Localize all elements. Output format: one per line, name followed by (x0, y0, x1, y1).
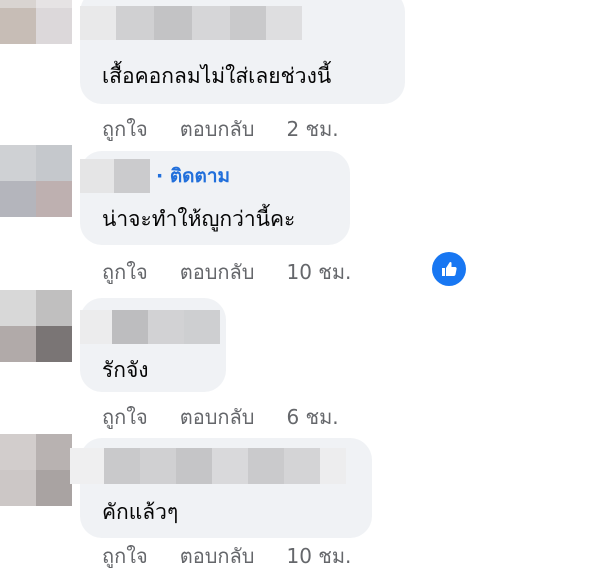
timestamp[interactable]: 10 ชม. (286, 540, 351, 572)
comment-text: เสื้อคอกลมไม่ใส่เลยช่วงนี้ (102, 64, 332, 88)
blurred-name (80, 310, 220, 344)
avatar[interactable] (0, 290, 72, 362)
comment-item: รักจัง ถูกใจ ตอบกลับ 6 ชม. (0, 290, 600, 430)
comment-text: รักจัง (102, 358, 149, 382)
like-button[interactable]: ถูกใจ (102, 401, 148, 433)
commenter-name[interactable] (80, 310, 220, 344)
reply-button[interactable]: ตอบกลับ (180, 540, 255, 572)
like-button[interactable]: ถูกใจ (102, 540, 148, 572)
comment-text: คักแล้วๆ (102, 500, 179, 524)
comment-text: น่าจะทำให้ญูกว่านี้คะ (102, 207, 296, 231)
comment-item: คักแล้วๆ ถูกใจ ตอบกลับ 10 ชม. (0, 434, 600, 574)
blurred-name (80, 6, 302, 40)
reply-button[interactable]: ตอบกลับ (180, 401, 255, 433)
comment-bubble: · ติดตาม น่าจะทำให้ญูกว่านี้คะ (80, 151, 350, 245)
avatar[interactable] (0, 434, 72, 506)
timestamp[interactable]: 2 ชม. (286, 113, 338, 145)
comment-bubble: รักจัง (80, 298, 226, 392)
reply-button[interactable]: ตอบกลับ (180, 113, 255, 145)
timestamp[interactable]: 10 ชม. (286, 256, 351, 288)
avatar[interactable] (0, 0, 72, 44)
like-button[interactable]: ถูกใจ (102, 256, 148, 288)
blurred-name (70, 448, 346, 484)
comment-item: · ติดตาม น่าจะทำให้ญูกว่านี้คะ ถูกใจ ตอบ… (0, 145, 600, 288)
comment-actions: ถูกใจ ตอบกลับ 10 ชม. (102, 256, 351, 288)
commenter-name-row: · ติดตาม (80, 159, 230, 193)
follow-link[interactable]: · ติดตาม (156, 161, 230, 191)
comment-actions: ถูกใจ ตอบกลับ 6 ชม. (102, 401, 339, 433)
like-thumb-icon[interactable] (432, 252, 466, 286)
like-button[interactable]: ถูกใจ (102, 113, 148, 145)
comment-actions: ถูกใจ ตอบกลับ 10 ชม. (102, 540, 351, 572)
comment-item: เสื้อคอกลมไม่ใส่เลยช่วงนี้ ถูกใจ ตอบกลับ… (0, 0, 600, 141)
avatar[interactable] (0, 145, 72, 217)
timestamp[interactable]: 6 ชม. (286, 401, 338, 433)
comment-actions: ถูกใจ ตอบกลับ 2 ชม. (102, 113, 339, 145)
reply-button[interactable]: ตอบกลับ (180, 256, 255, 288)
commenter-name[interactable] (80, 6, 302, 40)
comment-bubble: เสื้อคอกลมไม่ใส่เลยช่วงนี้ (80, 0, 405, 104)
commenter-name[interactable] (70, 448, 346, 484)
blurred-name[interactable] (80, 159, 150, 193)
comment-bubble: คักแล้วๆ (70, 438, 372, 538)
